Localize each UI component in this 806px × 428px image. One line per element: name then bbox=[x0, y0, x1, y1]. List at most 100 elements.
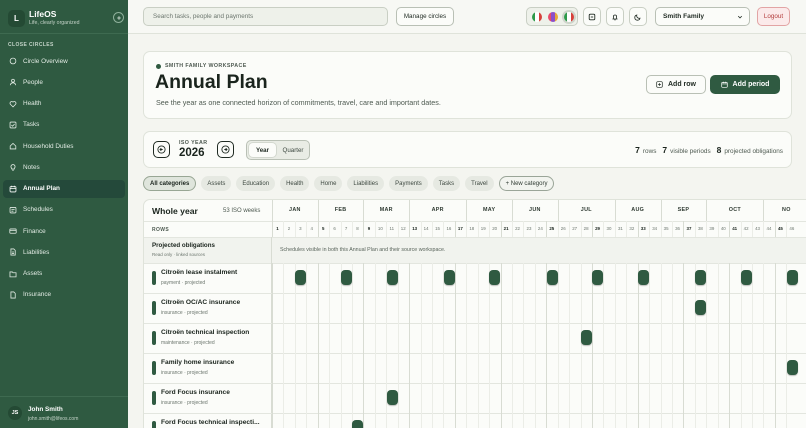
cell-divider bbox=[397, 353, 399, 383]
cell-divider bbox=[477, 383, 479, 413]
new-category-button[interactable]: + New category bbox=[498, 176, 555, 191]
workspace-eyebrow: SMITH FAMILY WORKSPACE bbox=[156, 63, 247, 69]
tab-year[interactable]: Year bbox=[249, 143, 276, 157]
status-dot bbox=[156, 63, 161, 69]
sidebar-item-tasks[interactable]: Tasks bbox=[3, 116, 125, 134]
cell-divider bbox=[786, 413, 788, 428]
user-profile[interactable]: JS John Smith john.smith@lifeos.com bbox=[0, 396, 128, 428]
obligation-marker[interactable] bbox=[295, 270, 307, 285]
app-tagline: Life, clearly organized bbox=[29, 20, 80, 26]
manage-circles-button[interactable]: Manage circles bbox=[396, 7, 454, 26]
category-chip[interactable]: Liabilities bbox=[347, 176, 385, 191]
rows-count-label: rows bbox=[642, 148, 657, 155]
obligation-marker[interactable] bbox=[340, 270, 352, 285]
obligation-marker[interactable] bbox=[740, 270, 752, 285]
sidebar-item-annual-plan[interactable]: Annual Plan bbox=[3, 179, 125, 198]
category-chip[interactable]: Health bbox=[280, 176, 310, 191]
row-title: Citroën lease instalment bbox=[161, 269, 238, 276]
sidebar-item-health[interactable]: Health bbox=[3, 95, 125, 113]
obligation-marker[interactable] bbox=[695, 270, 707, 285]
sidebar-item-liabilities[interactable]: Liabilities bbox=[3, 243, 125, 261]
notifications-button[interactable] bbox=[606, 7, 624, 26]
obligation-marker[interactable] bbox=[695, 300, 707, 315]
cell-divider bbox=[489, 323, 491, 353]
heart-icon bbox=[9, 100, 17, 107]
row-subtitle: maintenance · projected bbox=[161, 340, 215, 346]
sidebar-item-people[interactable]: People bbox=[3, 73, 125, 91]
cell-divider bbox=[272, 323, 273, 353]
next-year-button[interactable] bbox=[217, 141, 234, 158]
cell-divider bbox=[752, 413, 754, 428]
search-input[interactable]: Search tasks, people and payments bbox=[143, 7, 388, 26]
category-chip[interactable]: Payments bbox=[389, 176, 428, 191]
cell-divider bbox=[454, 353, 456, 383]
cell-divider bbox=[317, 293, 319, 323]
logout-button[interactable]: Logout bbox=[757, 7, 790, 26]
month-label: AUG bbox=[631, 207, 645, 213]
week-number: 33 bbox=[640, 226, 646, 231]
sidebar-item-household-duties[interactable]: Household Duties bbox=[3, 137, 125, 155]
sidebar-divider bbox=[0, 33, 128, 34]
category-chip[interactable]: Tasks bbox=[432, 176, 461, 191]
previous-year-button[interactable] bbox=[153, 141, 170, 158]
category-chip[interactable]: Education bbox=[236, 176, 276, 191]
cell-divider bbox=[557, 413, 559, 428]
week-divider bbox=[489, 221, 491, 237]
cell-divider bbox=[454, 323, 456, 353]
cell-divider bbox=[614, 413, 616, 428]
category-chip[interactable]: Home bbox=[314, 176, 343, 191]
sidebar-item-insurance[interactable]: Insurance bbox=[3, 286, 125, 304]
add-period-button[interactable]: Add period bbox=[710, 75, 780, 94]
obligation-marker[interactable] bbox=[386, 270, 398, 285]
cell-divider bbox=[592, 353, 594, 383]
cell-divider bbox=[386, 413, 388, 428]
rows-header: ROWS bbox=[152, 227, 170, 233]
flag-multicolor-icon[interactable] bbox=[548, 12, 558, 22]
sidebar-item-assets[interactable]: Assets bbox=[3, 265, 125, 283]
month-label: JAN bbox=[289, 207, 301, 213]
cell-divider bbox=[500, 323, 502, 353]
theme-toggle-button[interactable] bbox=[629, 7, 647, 26]
sidebar-item-circle-overview[interactable]: Circle Overview bbox=[3, 52, 125, 70]
cell-divider bbox=[740, 413, 742, 428]
obligation-marker[interactable] bbox=[637, 270, 649, 285]
obligation-marker[interactable] bbox=[489, 270, 501, 285]
tab-quarter[interactable]: Quarter bbox=[278, 143, 308, 157]
obligation-marker[interactable] bbox=[786, 270, 798, 285]
category-chip[interactable]: All categories bbox=[143, 176, 197, 191]
obligation-marker[interactable] bbox=[580, 330, 592, 345]
cell-divider bbox=[443, 323, 445, 353]
week-divider bbox=[397, 221, 399, 237]
obligation-marker[interactable] bbox=[386, 390, 398, 405]
family-select[interactable]: Smith Family bbox=[655, 7, 750, 26]
cell-divider bbox=[694, 353, 696, 383]
visible-count: 7 bbox=[662, 145, 668, 155]
cell-divider bbox=[649, 293, 651, 323]
calendar-button[interactable] bbox=[583, 7, 601, 26]
category-chip[interactable]: Travel bbox=[465, 176, 494, 191]
category-chip[interactable]: Assets bbox=[201, 176, 232, 191]
sidebar-item-schedules[interactable]: Schedules bbox=[3, 201, 125, 219]
sidebar-item-notes[interactable]: Notes bbox=[3, 158, 125, 176]
add-row-button[interactable]: Add row bbox=[646, 75, 706, 94]
cell-divider bbox=[637, 353, 639, 383]
cell-divider bbox=[580, 293, 582, 323]
cell-divider bbox=[386, 353, 388, 383]
week-divider bbox=[626, 221, 628, 237]
obligation-marker[interactable] bbox=[443, 270, 455, 285]
collapse-sidebar-button[interactable] bbox=[113, 12, 124, 23]
sidebar-item-label: Annual Plan bbox=[23, 185, 60, 192]
obligation-marker[interactable] bbox=[786, 360, 798, 375]
obligation-marker[interactable] bbox=[592, 270, 604, 285]
week-divider bbox=[546, 221, 548, 237]
cell-divider bbox=[397, 413, 399, 428]
cell-divider bbox=[466, 413, 468, 428]
obligation-marker[interactable] bbox=[546, 270, 558, 285]
obligation-marker[interactable] bbox=[352, 420, 364, 428]
cell-divider bbox=[363, 263, 365, 293]
cell-divider bbox=[614, 323, 616, 353]
sidebar-item-finance[interactable]: Finance bbox=[3, 222, 125, 240]
flag-italy-icon[interactable] bbox=[532, 12, 542, 22]
flag-active-icon[interactable] bbox=[564, 12, 574, 22]
grid-divider bbox=[144, 237, 806, 238]
